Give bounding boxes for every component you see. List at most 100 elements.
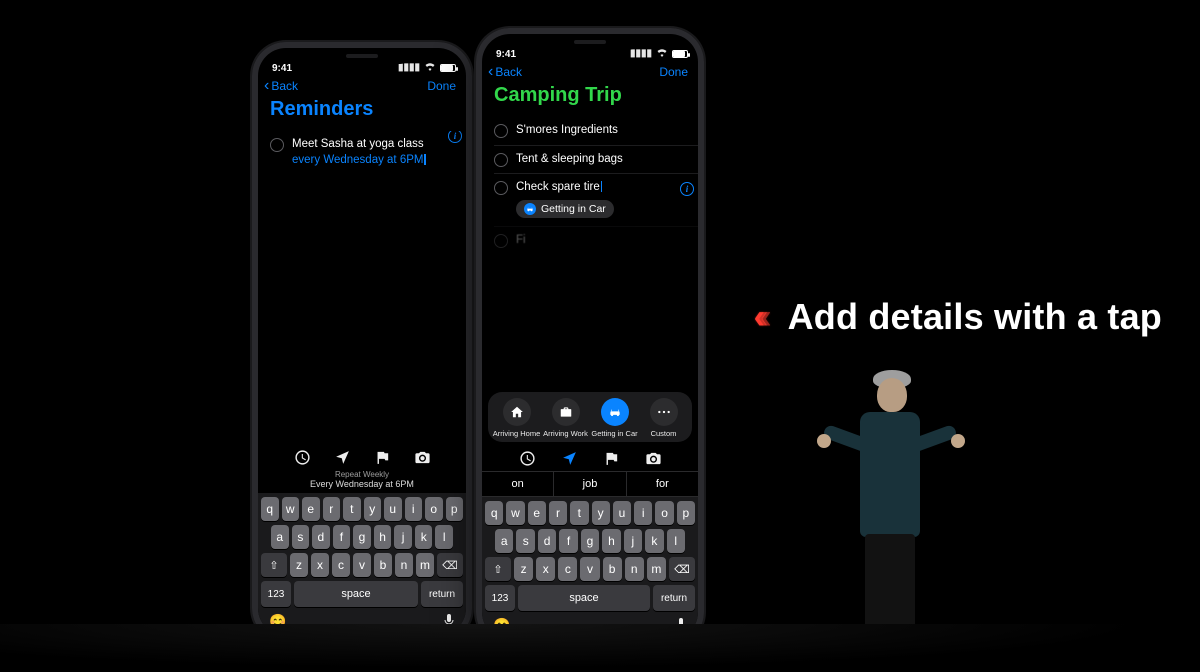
pill-custom[interactable]: Custom [641,398,687,438]
key-n[interactable]: n [625,557,644,581]
camera-icon[interactable] [645,450,662,467]
key-n[interactable]: n [395,553,413,577]
key-shift[interactable]: ⇧ [261,553,287,577]
reminder-item[interactable]: S'mores Ingredients [494,117,698,146]
key-j[interactable]: j [394,525,412,549]
key-return[interactable]: return [653,585,695,611]
key-space[interactable]: space [294,581,418,607]
key-e[interactable]: e [528,501,546,525]
pill-arriving-home[interactable]: Arriving Home [494,398,540,438]
predict-word[interactable]: on [482,472,554,496]
reminder-radio[interactable] [494,181,508,195]
key-b[interactable]: b [603,557,622,581]
key-x[interactable]: x [536,557,555,581]
key-h[interactable]: h [602,529,620,553]
key-a[interactable]: a [271,525,289,549]
pill-arriving-work[interactable]: Arriving Work [543,398,589,438]
key-l[interactable]: l [667,529,685,553]
flag-icon[interactable] [603,450,620,467]
camera-icon[interactable] [414,449,431,466]
info-icon[interactable]: i [448,131,462,143]
notch [540,34,640,50]
reminder-text[interactable]: Meet Sasha at yoga class every Wednesday… [292,137,438,168]
key-a[interactable]: a [495,529,513,553]
key-u[interactable]: u [613,501,631,525]
reminder-text[interactable]: S'mores Ingredients [516,123,618,139]
back-button[interactable]: ‹ Back [264,78,298,94]
key-w[interactable]: w [506,501,524,525]
key-c[interactable]: c [558,557,577,581]
key-g[interactable]: g [581,529,599,553]
reminder-item[interactable]: Check spare tire [494,174,680,196]
back-button[interactable]: ‹ Back [488,64,522,80]
reminder-radio[interactable] [270,138,284,152]
key-q[interactable]: q [261,497,279,521]
clock-icon[interactable] [294,449,311,466]
key-p[interactable]: p [677,501,695,525]
key-g[interactable]: g [353,525,371,549]
predict-word[interactable]: job [554,472,626,496]
key-e[interactable]: e [302,497,320,521]
key-z[interactable]: z [514,557,533,581]
predict-word[interactable]: for [627,472,698,496]
key-r[interactable]: r [323,497,341,521]
key-w[interactable]: w [282,497,300,521]
clock-icon[interactable] [519,450,536,467]
reminder-item[interactable]: Tent & sleeping bags [494,146,698,175]
flag-icon[interactable] [374,449,391,466]
key-y[interactable]: y [364,497,382,521]
key-f[interactable]: f [333,525,351,549]
key-m[interactable]: m [647,557,666,581]
key-v[interactable]: v [580,557,599,581]
key-h[interactable]: h [374,525,392,549]
key-i[interactable]: i [405,497,423,521]
location-icon[interactable] [334,449,351,466]
reminder-item[interactable]: Meet Sasha at yoga class every Wednesday… [270,131,448,174]
key-backspace[interactable]: ⌫ [437,553,463,577]
key-123[interactable]: 123 [261,581,291,607]
key-b[interactable]: b [374,553,392,577]
key-v[interactable]: v [353,553,371,577]
key-l[interactable]: l [435,525,453,549]
done-button[interactable]: Done [659,65,688,79]
key-123[interactable]: 123 [485,585,515,611]
key-r[interactable]: r [549,501,567,525]
key-backspace[interactable]: ⌫ [669,557,695,581]
key-u[interactable]: u [384,497,402,521]
key-k[interactable]: k [645,529,663,553]
chevrons-left-icon: ‹‹‹ [754,300,764,334]
key-j[interactable]: j [624,529,642,553]
key-space[interactable]: space [518,585,650,611]
key-q[interactable]: q [485,501,503,525]
reminder-radio[interactable] [494,153,508,167]
key-t[interactable]: t [343,497,361,521]
key-row-3: ⇧zxcvbnm⌫ [261,553,463,577]
key-return[interactable]: return [421,581,463,607]
pill-getting-in-car[interactable]: Getting in Car [592,398,638,438]
info-icon[interactable]: i [680,182,694,196]
location-tag-chip[interactable]: Getting in Car [516,200,614,218]
key-x[interactable]: x [311,553,329,577]
key-t[interactable]: t [570,501,588,525]
reminder-radio[interactable] [494,124,508,138]
key-o[interactable]: o [655,501,673,525]
key-s[interactable]: s [516,529,534,553]
key-c[interactable]: c [332,553,350,577]
key-shift[interactable]: ⇧ [485,557,511,581]
key-y[interactable]: y [592,501,610,525]
key-m[interactable]: m [416,553,434,577]
key-o[interactable]: o [425,497,443,521]
reminder-text[interactable]: Check spare tire [516,180,602,196]
key-i[interactable]: i [634,501,652,525]
key-d[interactable]: d [538,529,556,553]
key-z[interactable]: z [290,553,308,577]
location-icon[interactable] [561,450,578,467]
key-d[interactable]: d [312,525,330,549]
key-p[interactable]: p [446,497,464,521]
siri-suggestion[interactable]: Repeat Weekly Every Wednesday at 6PM [258,470,466,493]
key-k[interactable]: k [415,525,433,549]
key-s[interactable]: s [292,525,310,549]
key-f[interactable]: f [559,529,577,553]
reminder-text[interactable]: Tent & sleeping bags [516,152,623,168]
done-button[interactable]: Done [427,79,456,93]
